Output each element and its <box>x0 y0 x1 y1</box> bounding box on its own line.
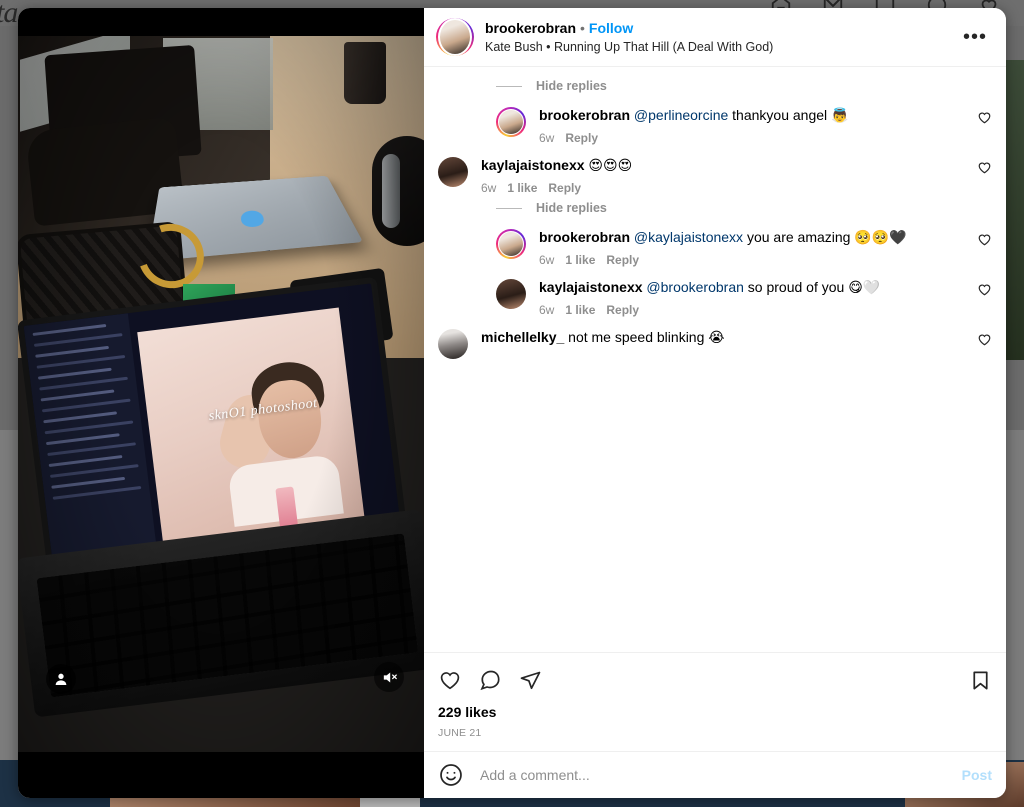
instagram-wordmark[interactable]: ta <box>0 0 18 30</box>
thread-line <box>496 207 522 209</box>
comment-emoji: 😍😍😍 <box>588 158 633 174</box>
follow-button[interactable]: Follow <box>589 20 633 36</box>
comment-like-icon[interactable] <box>966 106 992 145</box>
hide-replies-label[interactable]: Hide replies <box>536 79 607 93</box>
comment-meta: 6w 1 like Reply <box>481 181 966 195</box>
comment-like-count[interactable]: 1 like <box>565 253 595 267</box>
comment-like-icon[interactable] <box>966 328 992 359</box>
comment-reply: brookerobran @perlineorcine thankyou ang… <box>424 97 1006 147</box>
comment-meta: 6w Reply <box>539 131 966 145</box>
heart-icon[interactable] <box>438 660 470 700</box>
like-count[interactable]: 229 likes <box>424 702 1006 720</box>
hide-replies-label[interactable]: Hide replies <box>536 201 607 215</box>
comment-timestamp: 6w <box>539 303 555 317</box>
comment-timestamp: 6w <box>481 181 497 195</box>
comment-mention[interactable]: @perlineorcine <box>630 107 728 123</box>
comments-list[interactable]: Hide replies brookerobran @perlineorcine … <box>424 67 1006 646</box>
comment-emoji: 🥺🥺🖤 <box>854 230 907 246</box>
comment-icon[interactable] <box>478 660 510 700</box>
hide-replies-row[interactable]: Hide replies <box>424 75 1006 97</box>
avatar[interactable] <box>496 107 526 137</box>
audio-track-label[interactable]: Kate Bush • Running Up That Hill (A Deal… <box>485 39 958 55</box>
comment-text: kaylajaistonexx 😍😍😍 <box>481 156 966 176</box>
avatar[interactable] <box>438 329 468 359</box>
post-detail-panel: brookerobran • Follow Kate Bush • Running … <box>424 8 1006 798</box>
comment-reply: kaylajaistonexx @brookerobran so proud o… <box>424 269 1006 319</box>
comment-reply-button[interactable]: Reply <box>548 181 581 195</box>
post-author-username[interactable]: brookerobran <box>485 20 576 36</box>
post-comment-button[interactable]: Post <box>952 767 992 783</box>
comment-body: kaylajaistonexx @brookerobran so proud o… <box>539 278 966 317</box>
comment-body: michellelky_ not me speed blinking 😭 <box>481 328 966 359</box>
more-options-icon[interactable]: ••• <box>958 27 992 47</box>
comment-like-count[interactable]: 1 like <box>507 181 537 195</box>
comment-item: michellelky_ not me speed blinking 😭 <box>424 319 1006 361</box>
comment-emoji: 👼 <box>831 108 849 124</box>
comment-body: brookerobran @perlineorcine thankyou ang… <box>539 106 966 145</box>
thread-line <box>496 85 522 87</box>
avatar[interactable] <box>438 157 468 187</box>
photo-vignette <box>18 36 424 752</box>
comment-username[interactable]: michellelky_ <box>481 329 564 345</box>
header-separator: • <box>580 19 585 36</box>
comment-body: kaylajaistonexx 😍😍😍 6w 1 like Reply <box>481 156 966 195</box>
post-photo: sknO1 photoshoot <box>18 36 424 752</box>
comment-message: not me speed blinking <box>564 329 709 345</box>
comment-meta: 6w 1 like Reply <box>539 303 966 317</box>
comment-item: kaylajaistonexx 😍😍😍 6w 1 like Reply <box>424 147 1006 197</box>
background-foliage <box>1006 60 1024 360</box>
comment-text: michellelky_ not me speed blinking 😭 <box>481 328 966 348</box>
add-comment-bar: Post <box>424 751 1006 798</box>
action-bar <box>424 653 1006 702</box>
comment-like-count[interactable]: 1 like <box>565 303 595 317</box>
comment-username[interactable]: brookerobran <box>539 107 630 123</box>
comment-message: thankyou angel <box>728 107 832 123</box>
person-tag-icon[interactable] <box>46 664 76 694</box>
avatar[interactable] <box>496 229 526 259</box>
emoji-smiley-icon[interactable] <box>438 762 464 788</box>
comment-reply-button[interactable]: Reply <box>606 303 639 317</box>
comment-username[interactable]: kaylajaistonexx <box>481 157 585 173</box>
comment-text: brookerobran @kaylajaistonexx you are am… <box>539 228 966 248</box>
comment-meta: 6w 1 like Reply <box>539 253 966 267</box>
comment-message: so proud of you <box>743 279 849 295</box>
comment-body: brookerobran @kaylajaistonexx you are am… <box>539 228 966 267</box>
post-header-text: brookerobran • Follow Kate Bush • Running … <box>485 20 958 55</box>
comment-mention[interactable]: @kaylajaistonexx <box>630 229 743 245</box>
add-comment-input[interactable] <box>478 766 952 784</box>
post-modal: sknO1 photoshoot <box>18 8 1006 798</box>
comment-timestamp: 6w <box>539 131 555 145</box>
comment-like-icon[interactable] <box>966 228 992 267</box>
post-date: JUNE 21 <box>438 727 482 739</box>
comment-message: you are amazing <box>743 229 855 245</box>
comment-emoji: 😭 <box>708 330 725 346</box>
comment-username[interactable]: kaylajaistonexx <box>539 279 643 295</box>
post-header: brookerobran • Follow Kate Bush • Running … <box>424 8 1006 67</box>
comment-text: kaylajaistonexx @brookerobran so proud o… <box>539 278 966 298</box>
avatar[interactable] <box>436 18 474 56</box>
hide-replies-row[interactable]: Hide replies <box>424 197 1006 219</box>
comment-like-icon[interactable] <box>966 156 992 195</box>
comment-username[interactable]: brookerobran <box>539 229 630 245</box>
comment-reply: brookerobran @kaylajaistonexx you are am… <box>424 219 1006 269</box>
comment-emoji: 😋🤍 <box>848 280 881 296</box>
audio-muted-icon[interactable] <box>374 662 404 692</box>
post-media[interactable]: sknO1 photoshoot <box>18 8 424 798</box>
comment-like-icon[interactable] <box>966 278 992 317</box>
comment-reply-button[interactable]: Reply <box>606 253 639 267</box>
comment-text: brookerobran @perlineorcine thankyou ang… <box>539 106 966 126</box>
comment-timestamp: 6w <box>539 253 555 267</box>
bookmark-icon[interactable] <box>969 661 992 700</box>
comment-reply-button[interactable]: Reply <box>565 131 598 145</box>
comment-mention[interactable]: @brookerobran <box>643 279 744 295</box>
avatar[interactable] <box>496 279 526 309</box>
share-icon[interactable] <box>518 660 550 700</box>
